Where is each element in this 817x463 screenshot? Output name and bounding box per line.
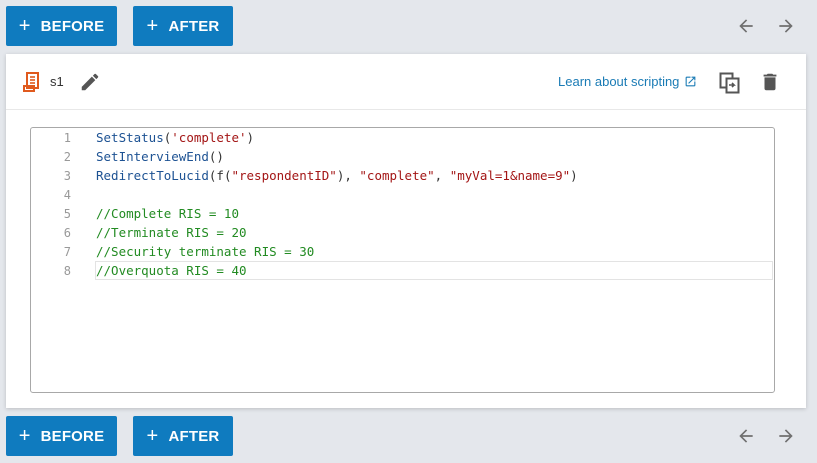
arrow-left-icon[interactable] — [734, 424, 758, 448]
code-line: 5 //Complete RIS = 10 — [31, 204, 774, 223]
top-toolbar: + BEFORE + AFTER — [0, 0, 817, 52]
code-editor[interactable]: 1 SetStatus('complete') 2 SetInterviewEn… — [30, 127, 775, 393]
line-number: 3 — [63, 168, 71, 183]
line-code: SetStatus('complete') — [96, 130, 255, 145]
code-line: 3 RedirectToLucid(f("respondentID"), "co… — [31, 166, 774, 185]
trash-icon[interactable] — [759, 71, 781, 93]
add-after-label: AFTER — [168, 427, 220, 445]
plus-icon: + — [18, 15, 31, 37]
arrow-left-icon[interactable] — [734, 14, 758, 38]
card-header: s1 Learn about scripting — [6, 54, 806, 110]
add-after-label: AFTER — [168, 17, 220, 35]
plus-icon: + — [18, 425, 31, 447]
line-code: //Security terminate RIS = 30 — [96, 244, 315, 259]
plus-icon: + — [146, 425, 159, 447]
line-number: 1 — [63, 130, 71, 145]
code-line: 4 — [31, 185, 774, 204]
line-number: 5 — [63, 206, 71, 221]
line-number: 7 — [63, 244, 71, 259]
line-number: 6 — [63, 225, 71, 240]
learn-link-label: Learn about scripting — [558, 74, 680, 89]
add-before-button[interactable]: + BEFORE — [6, 416, 117, 456]
arrow-right-icon[interactable] — [774, 424, 798, 448]
arrow-right-icon[interactable] — [774, 14, 798, 38]
line-number: 2 — [63, 149, 71, 164]
add-before-label: BEFORE — [40, 17, 105, 35]
external-link-icon — [686, 76, 696, 87]
script-icon — [22, 71, 44, 93]
code-line: 6 //Terminate RIS = 20 — [31, 223, 774, 242]
script-name: s1 — [50, 74, 64, 89]
add-before-label: BEFORE — [40, 427, 105, 445]
line-code: //Complete RIS = 10 — [96, 206, 239, 221]
line-code: //Terminate RIS = 20 — [96, 225, 247, 240]
line-code: SetInterviewEnd() — [96, 149, 224, 164]
copy-icon[interactable] — [718, 71, 742, 95]
add-after-button[interactable]: + AFTER — [133, 416, 233, 456]
add-after-button[interactable]: + AFTER — [133, 6, 233, 46]
code-line: 7 //Security terminate RIS = 30 — [31, 242, 774, 261]
plus-icon: + — [146, 15, 159, 37]
add-before-button[interactable]: + BEFORE — [6, 6, 117, 46]
code-line: 2 SetInterviewEnd() — [31, 147, 774, 166]
pencil-icon[interactable] — [79, 71, 101, 93]
line-code: //Overquota RIS = 40 — [96, 263, 247, 278]
line-code: RedirectToLucid(f("respondentID"), "comp… — [96, 168, 578, 183]
bottom-toolbar: + BEFORE + AFTER — [0, 410, 817, 462]
code-line: 1 SetStatus('complete') — [31, 128, 774, 147]
learn-about-scripting-link[interactable]: Learn about scripting — [558, 74, 697, 89]
script-card: s1 Learn about scripting 1 SetStatus('co… — [6, 54, 806, 408]
line-number: 4 — [63, 187, 71, 202]
line-number: 8 — [63, 263, 71, 278]
code-line: 8 //Overquota RIS = 40 — [31, 261, 774, 280]
